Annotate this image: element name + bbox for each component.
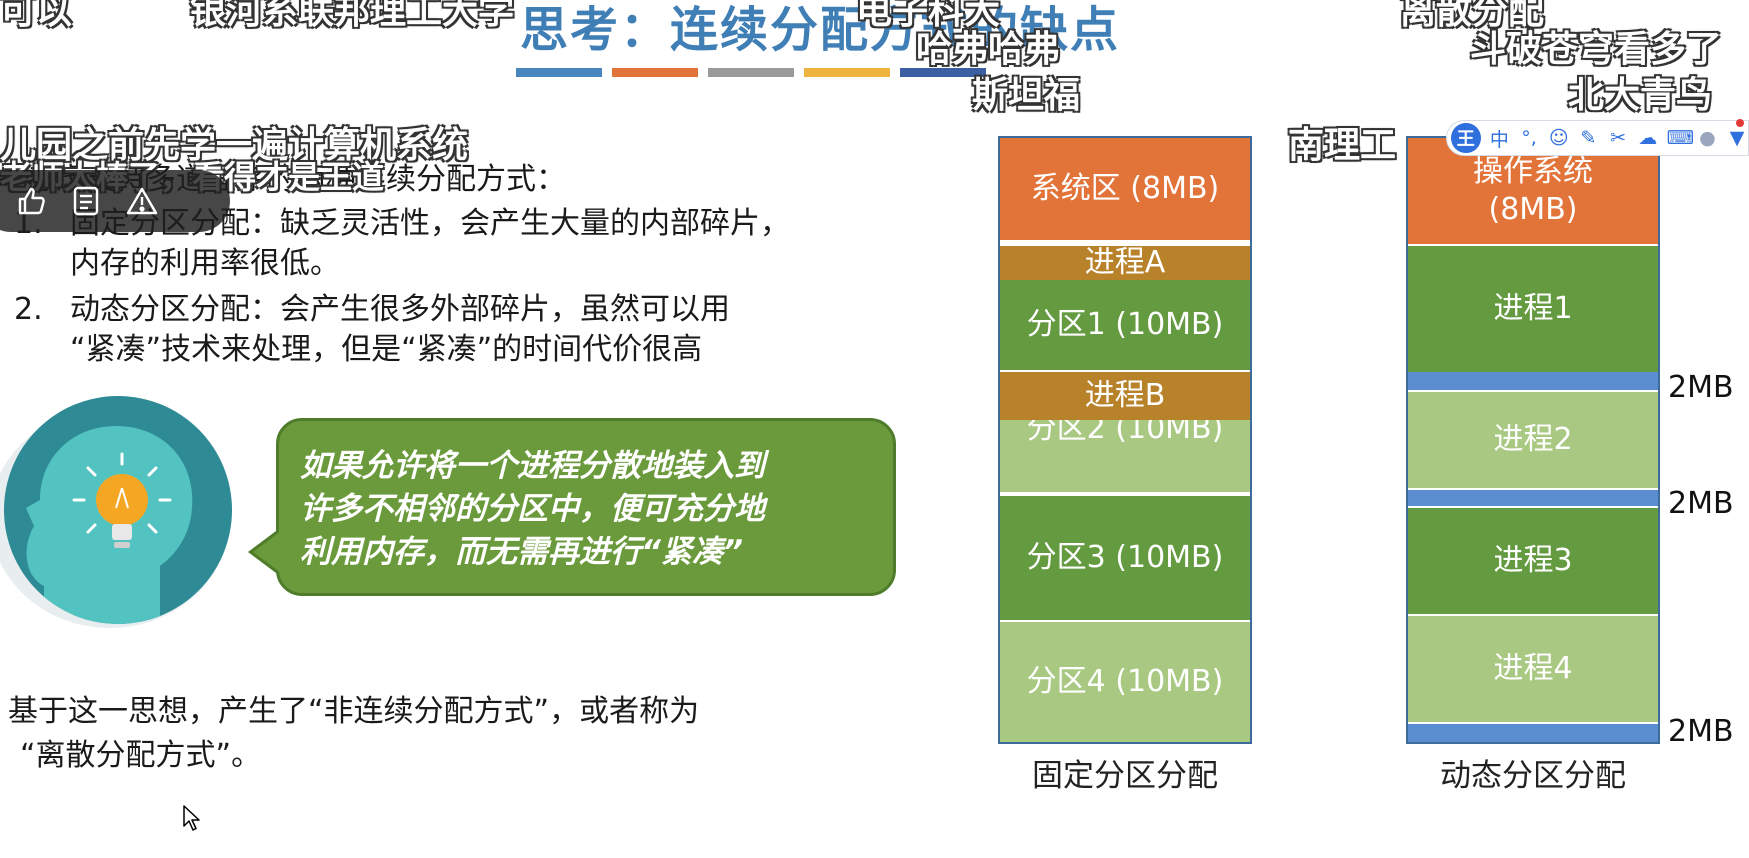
title-bar-orange [612, 68, 698, 77]
bubble-line-1: 如果允许将一个进程分散地装入到 [300, 448, 765, 484]
ime-mode-toggle[interactable]: 中 [1489, 125, 1511, 152]
ime-logo-icon[interactable]: 王 [1451, 123, 1481, 153]
ime-punctuation-toggle[interactable]: °, [1518, 127, 1540, 149]
dynamic-process-2: 进程2 [1408, 392, 1658, 488]
gap-label-1: 2MB [1668, 370, 1734, 405]
danmaku-comment: 银河系联邦理工大学 [190, 0, 515, 32]
gap-label-3: 2MB [1668, 714, 1734, 749]
title-bar-blue [516, 68, 602, 77]
list-number-2: 2. [14, 292, 43, 327]
dynamic-partition-memory: 操作系统 (8MB) 进程1 进程2 进程3 进程4 [1406, 136, 1660, 744]
dynamic-process-3: 进程3 [1408, 508, 1658, 614]
fixed-partition-4: 分区4 (10MB) [1000, 622, 1250, 742]
list-item-1-line-2: 内存的利用率很低。 [70, 246, 340, 281]
danmaku-comment: 斯坦福 [972, 75, 1081, 116]
fixed-process-b: 进程B [1000, 372, 1250, 420]
speech-bubble-tail-fill [253, 531, 281, 573]
mouse-cursor-icon [183, 805, 201, 835]
conclusion-line-1: 基于这一思想，产生了“非连续分配方式”，或者称为 [8, 694, 700, 729]
dynamic-gap-1 [1408, 372, 1658, 390]
notes-icon[interactable] [72, 186, 100, 216]
fixed-partition-1: 分区1 (10MB) [1000, 280, 1250, 370]
fixed-system-area: 系统区 (8MB) [1000, 138, 1250, 240]
danmaku-comment: 哈弗哈弗 [916, 29, 1061, 70]
danmaku-comment: 南理工 [1288, 125, 1397, 166]
warning-icon[interactable] [126, 186, 158, 216]
thinking-head-icon [4, 396, 232, 624]
dynamic-gap-3 [1408, 724, 1658, 742]
dynamic-os-label: 操作系统 [1473, 154, 1593, 189]
keyboard-icon[interactable]: ⌨ [1667, 127, 1694, 149]
title-bar-gray [708, 68, 794, 77]
dynamic-os-size: (8MB) [1488, 192, 1578, 227]
user-icon[interactable]: ● [1697, 127, 1719, 149]
fixed-process-a: 进程A [1000, 245, 1250, 280]
danmaku-comment: 斗破苍穹看多了 [1470, 29, 1723, 70]
dynamic-partition-caption: 动态分区分配 [1440, 758, 1626, 794]
shirt-icon[interactable]: ▼ [1726, 127, 1748, 149]
fixed-partition-caption: 固定分区分配 [1032, 758, 1218, 794]
fixed-partition-memory: 系统区 (8MB) 进程A 分区1 (10MB) 分区2 (10MB) 进程B … [998, 136, 1252, 744]
notification-dot [1736, 119, 1744, 127]
dynamic-process-1: 进程1 [1408, 246, 1658, 372]
danmaku-comment: 可以 [0, 0, 73, 32]
danmaku-comment: 北大青鸟 [1568, 75, 1713, 116]
gap-label-2: 2MB [1668, 486, 1734, 521]
conclusion-line-2: “离散分配方式”。 [20, 738, 262, 773]
pen-icon[interactable]: ✎ [1578, 127, 1600, 149]
bubble-line-3: 利用内存，而无需再进行“紧凑” [300, 534, 743, 570]
title-bar-yellow [804, 68, 890, 77]
ime-toolbar[interactable]: 王 中 °, ☺ ✎ ✂ ☁ ⌨ ● ▼ [1446, 119, 1749, 156]
dynamic-process-4: 进程4 [1408, 616, 1658, 722]
fixed-partition-3: 分区3 (10MB) [1000, 496, 1250, 620]
dynamic-gap-2 [1408, 490, 1658, 506]
list-item-2-line-2: “紧凑”技术来处理，但是“紧凑”的时间代价很高 [70, 332, 703, 367]
list-item-2-line-1: 动态分区分配：会产生很多外部碎片，虽然可以用 [70, 292, 730, 327]
cloud-icon[interactable]: ☁ [1637, 127, 1659, 149]
scissors-icon[interactable]: ✂ [1607, 127, 1629, 149]
thumbs-up-icon[interactable] [16, 186, 46, 216]
bubble-line-2: 许多不相邻的分区中，便可充分地 [300, 491, 765, 527]
emoji-icon[interactable]: ☺ [1548, 127, 1570, 149]
video-action-bar [0, 170, 230, 232]
